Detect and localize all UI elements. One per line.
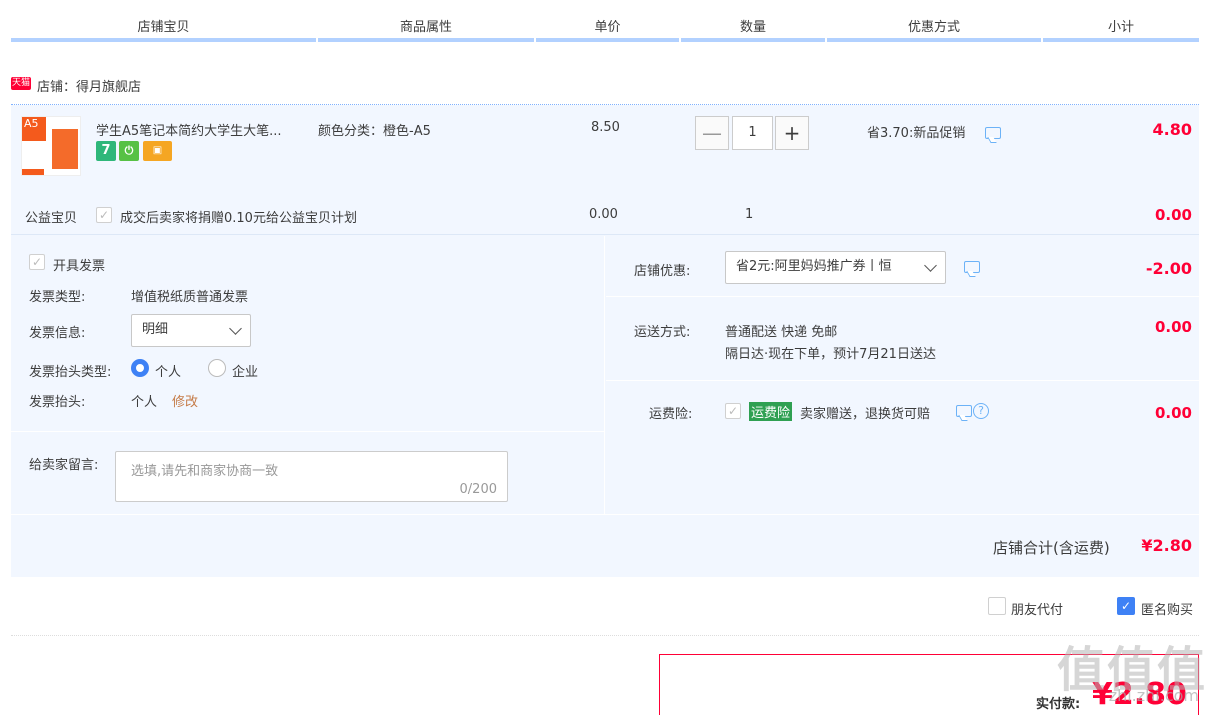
divider <box>11 635 1199 636</box>
issue-invoice-checkbox[interactable]: ✓ <box>29 254 45 270</box>
company-radio[interactable] <box>208 359 226 377</box>
chat-icon[interactable] <box>985 127 1001 139</box>
invoice-info-label: 发票信息: <box>29 326 86 341</box>
header-bar <box>11 38 316 42</box>
chevron-down-icon <box>229 322 242 335</box>
insurance-checkbox[interactable]: ✓ <box>725 403 741 419</box>
product-attr: 颜色分类：橙色-A5 <box>318 124 431 139</box>
invoice-title-type-label: 发票抬头类型: <box>29 365 112 380</box>
header-bar <box>1043 38 1199 42</box>
message-textarea[interactable]: 选填,请先和商家协商一致 0/200 <box>115 451 508 502</box>
message-label: 给卖家留言: <box>29 458 99 473</box>
shop-total-value: ¥2.80 <box>1141 536 1192 555</box>
invoice-title-value: 个人 <box>131 395 158 410</box>
help-icon[interactable]: ? <box>973 403 989 419</box>
divider <box>11 234 1199 235</box>
personal-radio[interactable] <box>131 359 149 377</box>
shop-total-label: 店铺合计(含运费) <box>993 539 1110 557</box>
qty-input[interactable]: 1 <box>732 116 773 150</box>
shipping-label: 运送方式: <box>634 325 691 340</box>
charity-subtotal: 0.00 <box>1154 206 1192 224</box>
header-promo: 优惠方式 <box>907 20 960 35</box>
invoice-type-label: 发票类型: <box>29 290 86 305</box>
discount-amount: -2.00 <box>1145 259 1192 278</box>
message-counter: 0/200 <box>459 482 497 497</box>
shipping-amount: 0.00 <box>1154 318 1192 336</box>
header-bar <box>318 38 534 42</box>
header-bar <box>536 38 679 42</box>
insurance-badge: 运费险 <box>749 402 793 421</box>
shipping-method: 普通配送 快递 免邮 <box>725 325 838 340</box>
shipping-eta: 隔日达·现在下单，预计7月21日送达 <box>725 347 936 362</box>
tmall-badge: 天猫 <box>11 77 31 90</box>
insurance-text: 卖家赠送，退换货可赔 <box>800 407 931 422</box>
friend-pay-label[interactable]: 朋友代付 <box>1011 599 1063 618</box>
chevron-down-icon <box>924 259 937 272</box>
seven-day-return-icon[interactable]: 7 <box>96 141 116 161</box>
discount-value: 省2元:阿里妈妈推广券丨恒 <box>736 259 892 274</box>
discount-select[interactable]: 省2元:阿里妈妈推广券丨恒 <box>725 251 946 284</box>
issue-invoice-label: 开具发票 <box>53 259 106 274</box>
divider <box>11 514 1199 515</box>
charity-price: 0.00 <box>589 207 618 222</box>
invoice-info-select[interactable]: 明细 <box>131 314 251 347</box>
item-subtotal: 4.80 <box>1152 120 1192 139</box>
header-attr: 商品属性 <box>399 20 452 35</box>
qty-plus-button[interactable]: + <box>775 116 809 150</box>
shop-name[interactable]: 店铺：得月旗舰店 <box>37 76 141 95</box>
divider <box>604 236 605 514</box>
divider <box>11 431 604 432</box>
invoice-title-label: 发票抬头: <box>29 395 86 410</box>
product-thumbnail[interactable]: A5 <box>21 116 81 176</box>
charity-label: 公益宝贝 <box>25 211 78 226</box>
header-subtotal: 小计 <box>1107 20 1134 35</box>
thumb-notebook <box>52 129 78 169</box>
header-shop-item: 店铺宝贝 <box>137 20 190 35</box>
thumb-tag <box>22 169 44 175</box>
discount-label: 店铺优惠: <box>634 264 691 279</box>
qty-minus-button[interactable]: — <box>695 116 729 150</box>
card-icon[interactable]: ▣ <box>143 141 172 161</box>
charity-checkbox[interactable]: ✓ <box>96 207 112 223</box>
header-bar <box>681 38 825 42</box>
invoice-edit-link[interactable]: 修改 <box>172 391 198 410</box>
insurance-amount: 0.00 <box>1154 404 1192 422</box>
divider <box>606 380 1199 381</box>
anonymous-checkbox[interactable]: ✓ <box>1117 597 1135 615</box>
company-radio-label[interactable]: 企业 <box>232 361 258 380</box>
watermark-site: zhi.zhi.com <box>1108 686 1199 705</box>
header-qty: 数量 <box>739 20 766 35</box>
header-price: 单价 <box>594 20 621 35</box>
header-bar <box>827 38 1041 42</box>
insurance-label: 运费险: <box>649 407 693 422</box>
invoice-info-value: 明细 <box>142 322 169 337</box>
thumb-label: A5 <box>22 117 46 141</box>
divider <box>606 296 1199 297</box>
product-title[interactable]: 学生A5笔记本简约大学生大笔... <box>96 120 282 139</box>
promo-text: 省3.70:新品促销 <box>867 126 966 141</box>
chat-icon[interactable] <box>964 261 980 273</box>
invoice-type-value: 增值税纸质普通发票 <box>131 290 249 305</box>
unit-price: 8.50 <box>591 120 620 135</box>
friend-pay-checkbox[interactable] <box>988 597 1006 615</box>
chat-icon[interactable] <box>956 405 972 417</box>
anonymous-label[interactable]: 匿名购买 <box>1141 599 1193 618</box>
charity-text: 成交后卖家将捐赠0.10元给公益宝贝计划 <box>120 211 357 226</box>
message-placeholder: 选填,请先和商家协商一致 <box>131 464 279 479</box>
plug-icon[interactable]: ⏻ <box>119 141 139 161</box>
personal-radio-label[interactable]: 个人 <box>155 361 181 380</box>
charity-qty: 1 <box>745 207 754 222</box>
